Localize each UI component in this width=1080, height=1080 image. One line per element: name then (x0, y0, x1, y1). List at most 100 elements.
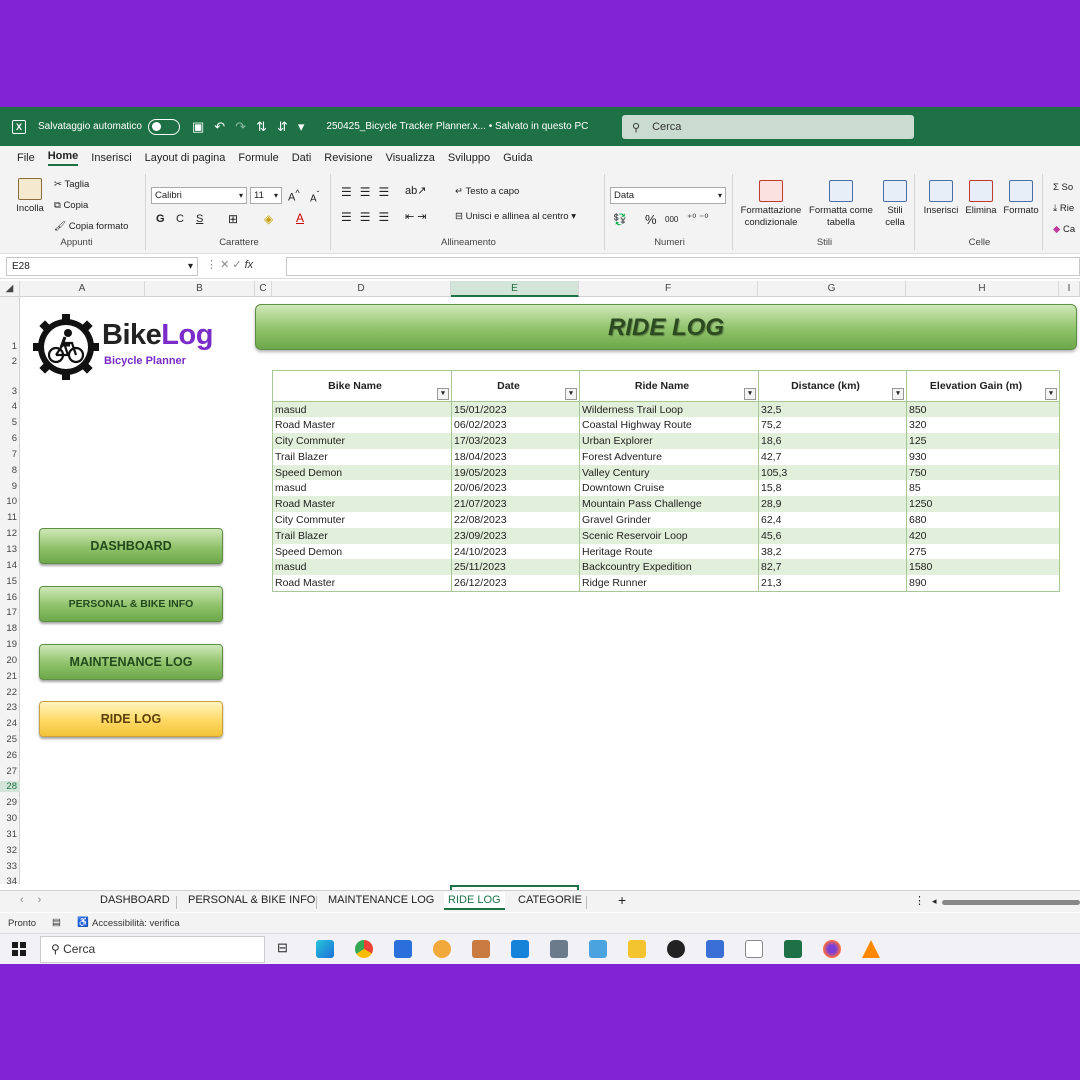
cell-distance[interactable]: 82,7 (758, 559, 907, 576)
thousands-button[interactable]: 000 (665, 215, 678, 224)
currency-icon[interactable]: 💱 (613, 213, 627, 226)
font-color-icon[interactable]: A (296, 211, 304, 225)
cell-bike-name[interactable]: City Commuter (272, 433, 452, 449)
row-header[interactable]: 16 (0, 592, 20, 603)
shrink-font-button[interactable]: Aˇ (310, 189, 319, 204)
cell-ride-name[interactable]: Gravel Grinder (579, 512, 759, 528)
row-header[interactable]: 12 (0, 528, 20, 539)
cell-ride-name[interactable]: Backcountry Expedition (579, 559, 759, 576)
row-header[interactable]: 27 (0, 766, 20, 777)
underline-button[interactable]: S (196, 213, 203, 225)
indent-icons[interactable]: ⇤ ⇥ (405, 210, 427, 223)
redo-icon[interactable]: ↷ (235, 119, 246, 135)
cell-elevation[interactable]: 1250 (906, 496, 1060, 513)
font-name-select[interactable]: Calibri ▾ (151, 187, 247, 204)
cell-distance[interactable]: 42,7 (758, 448, 907, 465)
windows-start-icon[interactable] (12, 942, 26, 956)
search-box[interactable]: ⚲ Cerca (622, 115, 914, 139)
borders-icon[interactable]: ⊞ (228, 212, 238, 226)
row-header[interactable]: 19 (0, 639, 20, 650)
tab-file[interactable]: File (17, 152, 35, 164)
row-header[interactable]: 30 (0, 813, 20, 824)
cell-elevation[interactable]: 680 (906, 512, 1060, 528)
tab-help[interactable]: Guida (503, 152, 532, 164)
column-header-g[interactable]: G (758, 281, 906, 297)
row-header[interactable]: 13 (0, 544, 20, 555)
format-as-table-button[interactable]: Formatta come tabella (807, 180, 875, 229)
scroll-left-icon[interactable]: ◂ (930, 896, 939, 907)
undo-icon[interactable]: ↶ (214, 119, 225, 135)
column-header-b[interactable]: B (145, 281, 255, 297)
cell-ride-name[interactable]: Scenic Reservoir Loop (579, 527, 759, 544)
cell-distance[interactable]: 45,6 (758, 527, 907, 544)
format-cells-button[interactable]: Formato (1001, 180, 1041, 216)
cell-bike-name[interactable]: Road Master (272, 417, 452, 434)
format-painter-button[interactable]: 🖌 Copia formato (54, 221, 128, 232)
cell-ride-name[interactable]: Ridge Runner (579, 575, 759, 592)
cell-styles-button[interactable]: Stili cella (879, 180, 911, 229)
percent-button[interactable]: % (645, 212, 657, 227)
cell-distance[interactable]: 105,3 (758, 464, 907, 481)
paste-button[interactable]: Incolla (10, 178, 50, 214)
merge-center-button[interactable]: ⊟ Unisci e allinea al centro ▾ (455, 211, 576, 222)
column-header-c[interactable]: C (255, 281, 272, 297)
filter-dropdown-icon[interactable]: ▾ (565, 388, 577, 400)
cell-bike-name[interactable]: Road Master (272, 575, 452, 592)
dashboard-nav-button[interactable]: DASHBOARD (39, 528, 223, 564)
copy-button[interactable]: ⧉ Copia (54, 200, 88, 211)
filter-dropdown-icon[interactable]: ▾ (892, 388, 904, 400)
cell-date[interactable]: 19/05/2023 (451, 464, 580, 481)
formula-input[interactable] (286, 257, 1080, 276)
vertical-align-icons[interactable]: ☰☰☰ (341, 185, 397, 199)
tab-page-layout[interactable]: Layout di pagina (145, 152, 226, 164)
orientation-icon[interactable]: ab↗ (405, 184, 426, 197)
cell-bike-name[interactable]: City Commuter (272, 512, 452, 528)
row-header[interactable]: 11 (0, 512, 20, 523)
cell-elevation[interactable]: 890 (906, 575, 1060, 592)
calculator-icon[interactable] (550, 940, 568, 958)
cancel-icon[interactable]: ✕ (220, 259, 229, 271)
row-header[interactable]: 32 (0, 845, 20, 856)
cut-button[interactable]: ✂ Taglia (54, 179, 89, 190)
tab-developer[interactable]: Sviluppo (448, 152, 490, 164)
sheet-scroll-arrows[interactable]: ‹› (20, 894, 55, 906)
vlc-icon[interactable] (862, 940, 880, 958)
cell-elevation[interactable]: 1580 (906, 559, 1060, 576)
cell-bike-name[interactable]: Trail Blazer (272, 448, 452, 465)
row-header[interactable]: 17 (0, 607, 20, 618)
tab-home[interactable]: Home (47, 150, 79, 166)
row-header[interactable]: 25 (0, 734, 20, 745)
cell-date[interactable]: 24/10/2023 (451, 543, 580, 560)
column-header-d[interactable]: D (272, 281, 451, 297)
task-view-icon[interactable]: ⊟ (277, 940, 295, 958)
wifi-app-icon[interactable] (511, 940, 529, 958)
chrome-icon[interactable] (355, 940, 373, 958)
row-header[interactable]: 3 (0, 386, 20, 398)
wrap-text-button[interactable]: ↵ Testo a capo (455, 186, 519, 197)
row-header[interactable]: 23 (0, 702, 20, 713)
row-header[interactable]: 34 (0, 876, 20, 884)
row-header[interactable]: 8 (0, 465, 20, 476)
cell-ride-name[interactable]: Mountain Pass Challenge (579, 496, 759, 513)
file-title[interactable]: 250425_Bicycle Tracker Planner.x... • Sa… (326, 121, 588, 132)
cell-ride-name[interactable]: Valley Century (579, 464, 759, 481)
number-format-select[interactable]: Data ▾ (610, 187, 726, 204)
cell-date[interactable]: 26/12/2023 (451, 575, 580, 592)
row-header[interactable]: 9 (0, 481, 20, 492)
cell-date[interactable]: 06/02/2023 (451, 417, 580, 434)
cell-distance[interactable]: 62,4 (758, 512, 907, 528)
more-options-icon[interactable]: ⋮ (912, 894, 927, 907)
cell-distance[interactable]: 32,5 (758, 401, 907, 418)
app-icon[interactable] (433, 940, 451, 958)
italic-button[interactable]: C (176, 213, 184, 225)
conditional-formatting-button[interactable]: Formattazione condizionale (739, 180, 803, 229)
notepad-icon[interactable] (745, 940, 763, 958)
cell-elevation[interactable]: 750 (906, 464, 1060, 481)
cell-bike-name[interactable]: Speed Demon (272, 464, 452, 481)
firefox-icon[interactable] (823, 940, 841, 958)
row-header[interactable]: 24 (0, 718, 20, 729)
cell-distance[interactable]: 15,8 (758, 480, 907, 497)
row-header-active[interactable]: 28 (0, 781, 20, 792)
tab-view[interactable]: Visualizza (386, 152, 435, 164)
row-header[interactable]: 14 (0, 560, 20, 571)
